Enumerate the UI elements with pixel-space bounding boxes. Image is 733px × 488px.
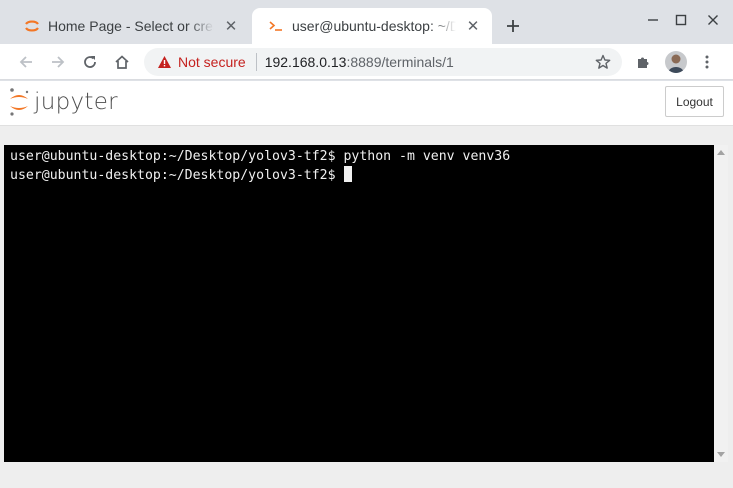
puzzle-icon: [638, 57, 649, 68]
avatar[interactable]: [665, 51, 687, 73]
bookmark-star-icon[interactable]: [594, 53, 612, 71]
address-bar[interactable]: Not secure 192.168.0.13:8889/terminals/1: [144, 48, 622, 76]
scroll-down-icon[interactable]: [717, 452, 725, 457]
security-label[interactable]: Not secure: [178, 54, 246, 70]
tab-title: user@ubuntu-desktop: ~/Desktop/yolov3-tf…: [292, 18, 456, 34]
jupyter-wordmark: jupyter: [34, 89, 118, 115]
reload-icon: [84, 56, 96, 68]
maximize-button[interactable]: [671, 10, 691, 30]
terminal-screen[interactable]: user@ubuntu-desktop:~/Desktop/yolov3-tf2…: [4, 145, 714, 462]
terminal-favicon-icon: [268, 18, 284, 34]
window-close-button[interactable]: [703, 10, 723, 30]
browser-toolbar: Not secure 192.168.0.13:8889/terminals/1: [0, 44, 733, 80]
more-vertical-icon: [705, 55, 709, 69]
scroll-up-icon[interactable]: [717, 150, 725, 155]
new-tab-button[interactable]: [502, 15, 524, 37]
browser-menu-button[interactable]: [695, 50, 719, 74]
tab-strip: Home Page - Select or create a notebook …: [0, 0, 733, 44]
terminal-prompt-line: user@ubuntu-desktop:~/Desktop/yolov3-tf2…: [10, 166, 714, 185]
minimize-icon: [648, 19, 658, 21]
tab-title: Home Page - Select or create a notebook: [48, 18, 214, 34]
terminal-line: user@ubuntu-desktop:~/Desktop/yolov3-tf2…: [10, 168, 344, 183]
forward-button[interactable]: [46, 50, 70, 74]
maximize-icon: [675, 14, 687, 26]
warning-icon[interactable]: [156, 54, 172, 70]
terminal-scrollbar[interactable]: [714, 145, 728, 462]
close-icon: [708, 15, 718, 25]
url-host: 192.168.0.13: [264, 54, 347, 70]
terminal-cursor: [344, 166, 353, 182]
close-icon[interactable]: ✕: [222, 17, 240, 35]
jupyter-favicon-icon: [24, 18, 40, 34]
home-button[interactable]: [110, 50, 134, 74]
terminal-line: user@ubuntu-desktop:~/Desktop/yolov3-tf2…: [10, 149, 511, 164]
close-icon[interactable]: ✕: [464, 17, 482, 35]
tab-home-page[interactable]: Home Page - Select or create a notebook …: [8, 8, 250, 44]
url-path: :8889/terminals/1: [346, 54, 454, 70]
divider: [255, 53, 257, 71]
arrow-left-icon: [19, 56, 32, 68]
logout-button[interactable]: Logout: [665, 86, 724, 117]
home-icon: [115, 55, 129, 69]
jupyter-logo-icon: [10, 88, 29, 116]
tab-terminal[interactable]: user@ubuntu-desktop: ~/Desktop/yolov3-tf…: [252, 8, 492, 44]
reload-button[interactable]: [78, 50, 102, 74]
jupyter-logo[interactable]: jupyter: [8, 86, 118, 118]
arrow-right-icon: [52, 56, 65, 68]
back-button[interactable]: [14, 50, 38, 74]
jupyter-header: jupyter Logout: [0, 81, 733, 126]
minimize-button[interactable]: [643, 10, 663, 30]
extensions-button[interactable]: [631, 50, 655, 74]
